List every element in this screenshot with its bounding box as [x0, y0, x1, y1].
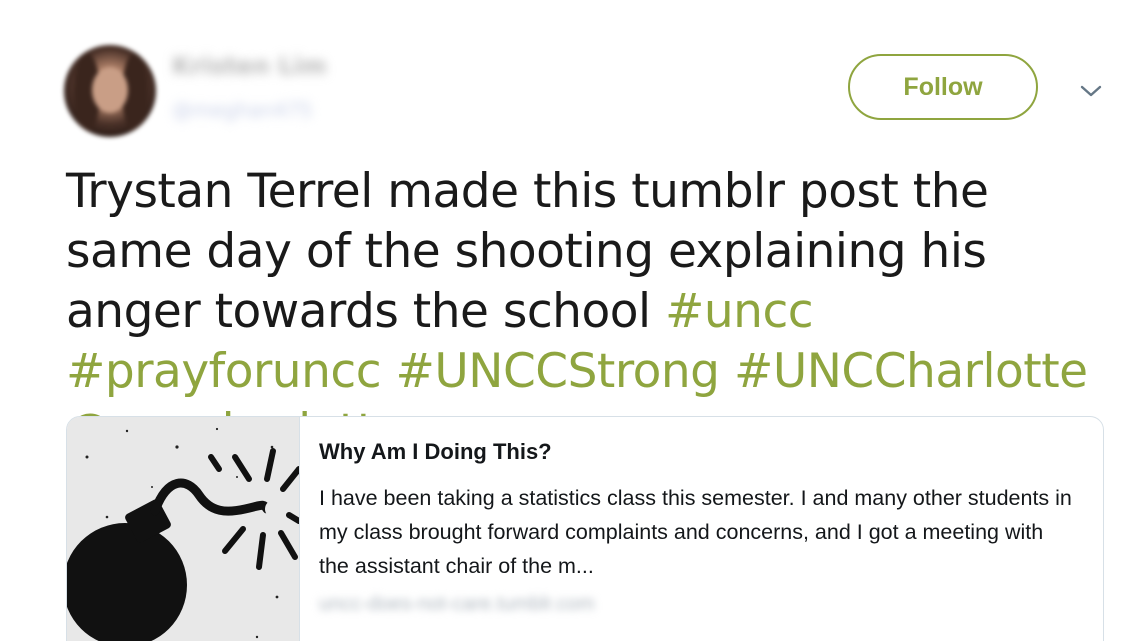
- avatar[interactable]: [64, 45, 156, 137]
- author-handle[interactable]: @meghan475: [172, 98, 362, 124]
- hashtag-prayforuncc[interactable]: #prayforuncc: [66, 344, 382, 399]
- tweet: Kristen Lim @meghan475 Follow Trystan Te…: [0, 0, 1140, 641]
- bomb-icon: [67, 417, 302, 641]
- author-name[interactable]: Kristen Lim: [172, 52, 362, 82]
- card-description: I have been taking a statistics class th…: [319, 486, 1072, 578]
- hashtag-uncc[interactable]: #uncc: [665, 284, 814, 339]
- card-domain[interactable]: uncc-does-not-care.tumblr.com: [319, 593, 699, 616]
- chevron-down-icon[interactable]: [1076, 76, 1106, 106]
- link-card[interactable]: Why Am I Doing This? I have been taking …: [66, 416, 1104, 641]
- card-title[interactable]: Why Am I Doing This?: [319, 439, 552, 465]
- tweet-body: Trystan Terrel made this tumblr post the…: [66, 164, 989, 339]
- hashtag-unccharlotte[interactable]: #UNCCharlotte: [734, 344, 1088, 399]
- hashtag-unccstrong[interactable]: #UNCCStrong: [396, 344, 721, 399]
- follow-button[interactable]: Follow: [848, 54, 1038, 120]
